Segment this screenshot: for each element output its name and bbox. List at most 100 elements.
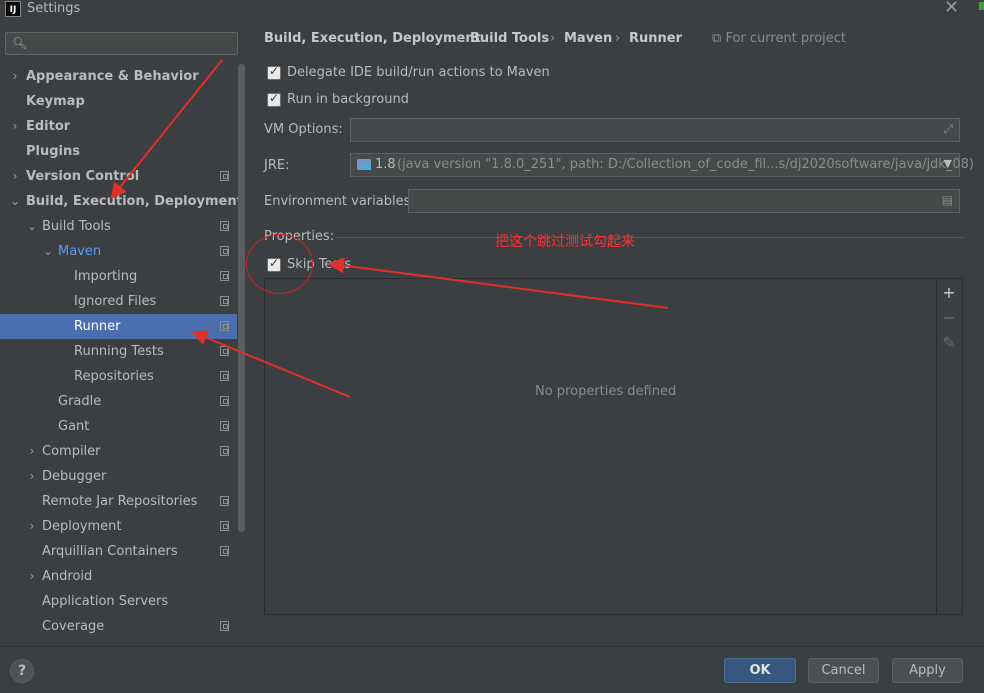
sidebar-item-build-tools[interactable]: ⌄ Build Tools (0, 214, 237, 239)
search-icon: 🔍︎ (12, 36, 28, 50)
chevron-right-icon[interactable]: › (26, 514, 38, 539)
sidebar-item-maven[interactable]: ⌄ Maven (0, 239, 237, 264)
sidebar-item-runner[interactable]: Runner (0, 314, 237, 339)
sidebar-item-importing[interactable]: Importing (0, 264, 237, 289)
sidebar-item-label: Runner (74, 319, 121, 334)
apply-button[interactable]: Apply (892, 658, 963, 683)
sidebar-item-remote-jar-repositories[interactable]: Remote Jar Repositories (0, 489, 237, 514)
project-scope-icon (220, 271, 229, 281)
annotation-text: 把这个跳过测试勾起来 (495, 234, 635, 250)
sidebar-item-label: Importing (74, 269, 138, 284)
sidebar-item-editor[interactable]: › Editor (0, 114, 237, 139)
properties-separator (335, 237, 965, 238)
sidebar-item-gant[interactable]: Gant (0, 414, 237, 439)
project-scope-icon: ⧉ (712, 31, 722, 46)
add-icon[interactable]: + (941, 285, 957, 301)
chevron-right-icon[interactable]: › (26, 439, 38, 464)
vm-options-field[interactable]: ⤢ (350, 118, 960, 142)
project-scope-icon (220, 546, 229, 556)
project-scope-icon (220, 371, 229, 381)
breadcrumb-separator: › (550, 31, 556, 46)
sidebar-item-label: Gant (58, 419, 90, 434)
sidebar-item-label: Arquillian Containers (42, 544, 178, 559)
project-scope-icon (220, 521, 229, 531)
sidebar-item-label: Gradle (58, 394, 102, 409)
remove-icon[interactable]: − (941, 310, 957, 326)
jre-label: JRE: (264, 158, 290, 173)
chevron-down-icon[interactable]: ⌄ (9, 189, 21, 214)
sidebar-item-repositories[interactable]: Repositories (0, 364, 237, 389)
sidebar-item-label: Debugger (42, 469, 107, 484)
annotation-circle (246, 234, 313, 294)
jre-path: (java version "1.8.0_251", path: D:/Coll… (397, 157, 974, 172)
env-variables-label: Environment variables: (264, 194, 415, 209)
help-button[interactable]: ? (10, 659, 34, 683)
search-input[interactable] (30, 35, 234, 54)
sidebar-item-label: Application Servers (42, 594, 169, 609)
sidebar-item-appearance-behavior[interactable]: › Appearance & Behavior (0, 64, 237, 89)
sidebar-item-android[interactable]: › Android (0, 564, 237, 589)
project-scope-icon (220, 346, 229, 356)
status-indicator (979, 2, 984, 10)
sidebar-item-label: Maven (58, 244, 102, 259)
sidebar-item-label: Build Tools (42, 219, 111, 234)
sidebar-item-build-execution-deployment[interactable]: ⌄ Build, Execution, Deployment (0, 189, 243, 214)
empty-properties-text: No properties defined (535, 384, 677, 399)
chevron-down-icon[interactable]: ⌄ (26, 214, 38, 239)
sidebar-item-label: Deployment (42, 519, 122, 534)
document-icon[interactable]: ▤ (942, 193, 953, 207)
chevron-right-icon[interactable]: › (26, 564, 38, 589)
project-scope-icon (220, 296, 229, 306)
chevron-down-icon[interactable]: ⌄ (42, 239, 54, 264)
sidebar-item-plugins[interactable]: Plugins (0, 139, 237, 164)
sidebar-item-label: Keymap (26, 94, 85, 109)
delegate-checkbox[interactable] (267, 64, 281, 80)
chevron-right-icon[interactable]: › (9, 114, 21, 139)
project-scope-text: For current project (725, 31, 847, 46)
sidebar-item-version-control[interactable]: › Version Control (0, 164, 237, 189)
project-scope-label: ⧉ For current project (712, 31, 846, 46)
sidebar-item-label: Plugins (26, 144, 80, 159)
cancel-button[interactable]: Cancel (808, 658, 879, 683)
sidebar-item-debugger[interactable]: › Debugger (0, 464, 237, 489)
properties-table[interactable]: No properties defined + − ✎ (264, 278, 963, 615)
edit-icon[interactable]: ✎ (941, 335, 957, 351)
runner-settings-panel: Build, Execution, Deployment › Build Too… (247, 22, 984, 646)
sidebar-item-label: Running Tests (74, 344, 164, 359)
close-icon[interactable]: ✕ (944, 0, 959, 18)
sidebar-item-deployment[interactable]: › Deployment (0, 514, 237, 539)
sidebar-item-label: Repositories (74, 369, 154, 384)
chevron-right-icon[interactable]: › (9, 164, 21, 189)
sidebar-item-label: Coverage (42, 619, 105, 634)
window-title: Settings (27, 1, 81, 16)
project-scope-icon (220, 446, 229, 456)
sidebar-scrollbar[interactable] (238, 64, 245, 532)
sidebar-item-coverage[interactable]: Coverage (0, 614, 237, 639)
ok-button[interactable]: OK (724, 658, 796, 683)
sidebar-item-keymap[interactable]: Keymap (0, 89, 237, 114)
sidebar-item-gradle[interactable]: Gradle (0, 389, 237, 414)
sidebar-item-label: Build, Execution, Deployment (26, 194, 243, 209)
sidebar-item-application-servers[interactable]: Application Servers (0, 589, 237, 614)
env-variables-field[interactable]: ▤ (408, 189, 960, 213)
chevron-right-icon[interactable]: › (26, 464, 38, 489)
properties-toolbar: + − ✎ (936, 279, 962, 614)
project-scope-icon (220, 171, 229, 181)
background-checkbox[interactable] (267, 91, 281, 107)
breadcrumb-item: Runner (629, 31, 683, 46)
expand-icon[interactable]: ⤢ (943, 122, 953, 137)
sidebar-item-running-tests[interactable]: Running Tests (0, 339, 237, 364)
sidebar-item-arquillian-containers[interactable]: Arquillian Containers (0, 539, 237, 564)
breadcrumb-item: Build, Execution, Deployment (264, 31, 481, 46)
title-bar: IJ Settings ✕ (0, 0, 984, 22)
background-label: Run in background (287, 92, 409, 107)
search-box[interactable]: 🔍︎ (5, 32, 238, 55)
chevron-right-icon[interactable]: › (9, 64, 21, 89)
sidebar-item-label: Ignored Files (74, 294, 157, 309)
sidebar-item-ignored-files[interactable]: Ignored Files (0, 289, 237, 314)
sidebar-item-compiler[interactable]: › Compiler (0, 439, 237, 464)
breadcrumb-item: Maven (564, 31, 613, 46)
dropdown-arrow-icon[interactable]: ▼ (944, 157, 952, 170)
jre-select[interactable]: 1.8 (java version "1.8.0_251", path: D:/… (350, 153, 974, 177)
sidebar-item-label: Version Control (26, 169, 140, 184)
